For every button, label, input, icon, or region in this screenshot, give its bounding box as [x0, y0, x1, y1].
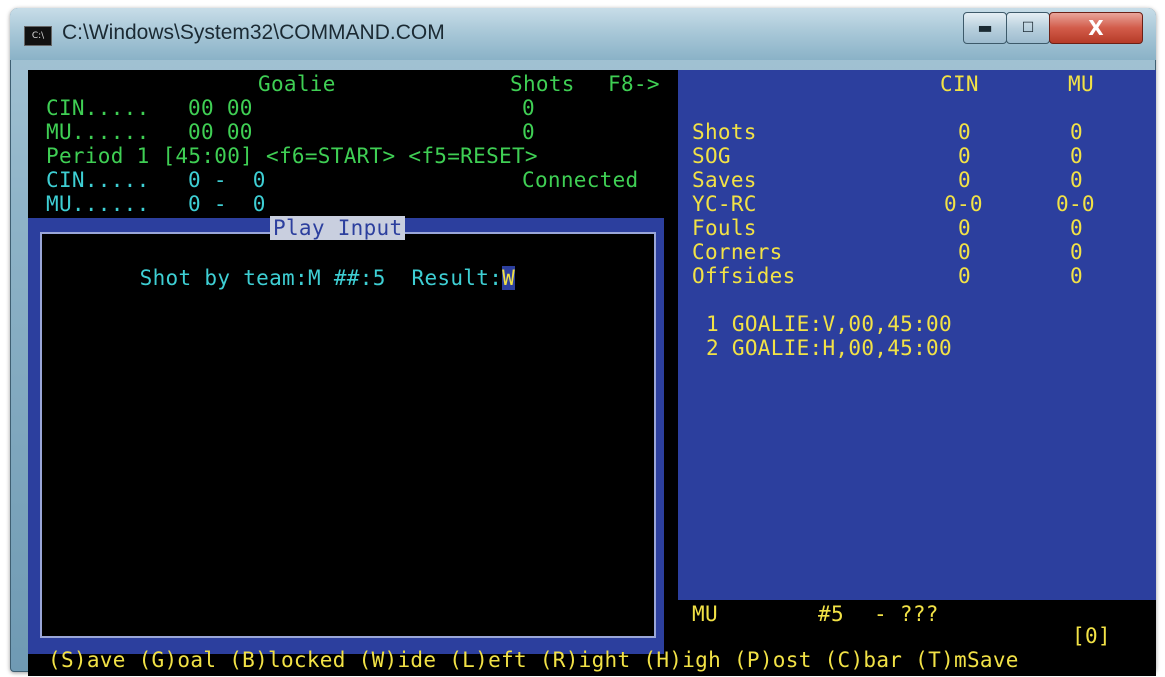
stat-label: Shots: [692, 120, 757, 144]
score-team-cin: CIN.....: [46, 168, 150, 192]
status-team: MU: [692, 602, 718, 626]
stat-cin: 0: [958, 144, 971, 168]
stats-col-cin: CIN: [940, 72, 979, 96]
goalie-value-mu: 00 00: [188, 120, 253, 144]
function-key-bar: (S)ave (G)oal (B)locked (W)ide (L)eft (R…: [48, 648, 1019, 672]
stat-label: SOG: [692, 144, 731, 168]
stat-mu: 0: [1070, 216, 1083, 240]
goalie-team-mu: MU......: [46, 120, 150, 144]
result-label: Result:: [411, 266, 503, 290]
number-value[interactable]: 5: [373, 266, 386, 290]
window-title: C:\Windows\System32\COMMAND.COM: [62, 21, 445, 44]
stat-mu: 0: [1070, 168, 1083, 192]
stat-mu: 0: [1070, 144, 1083, 168]
stat-label: Offsides: [692, 264, 796, 288]
maximize-button[interactable]: ☐: [1006, 12, 1050, 44]
team-value[interactable]: M: [308, 266, 321, 290]
shots-value-cin: 0: [522, 96, 535, 120]
score-team-mu: MU......: [46, 192, 150, 216]
stat-mu: 0-0: [1056, 192, 1095, 216]
score-value-cin: 0 - 0: [188, 168, 266, 192]
number-label: ##:: [333, 266, 373, 290]
stat-mu: 0: [1070, 264, 1083, 288]
stat-mu: 0: [1070, 240, 1083, 264]
goalie-value-cin: 00 00: [188, 96, 253, 120]
result-input[interactable]: W: [502, 266, 516, 290]
log-entry: 2 GOALIE:H,00,45:00: [706, 336, 952, 360]
stat-cin: 0-0: [944, 192, 983, 216]
stat-cin: 0: [958, 264, 971, 288]
console-screen[interactable]: Goalie Shots F8-> CIN..... 00 00 0 MU...…: [28, 70, 1156, 676]
title-bar[interactable]: C:\ C:\Windows\System32\COMMAND.COM ▬ ☐ …: [10, 8, 1156, 60]
shots-header: Shots: [510, 72, 575, 96]
console-app-icon[interactable]: C:\: [24, 26, 52, 46]
console-window: C:\ C:\Windows\System32\COMMAND.COM ▬ ☐ …: [10, 8, 1156, 676]
minimize-button[interactable]: ▬: [963, 12, 1007, 44]
status-player: #5: [818, 602, 844, 626]
status-counter: [0]: [1072, 624, 1111, 648]
f8-hint: F8->: [608, 72, 660, 96]
stat-cin: 0: [958, 120, 971, 144]
stat-cin: 0: [958, 168, 971, 192]
stat-label: Fouls: [692, 216, 757, 240]
log-entry: 1 GOALIE:V,00,45:00: [706, 312, 952, 336]
play-input-line[interactable]: Shot by team:M ##:5 Result:W: [62, 242, 516, 314]
connection-status: Connected: [522, 168, 639, 192]
status-desc: - ???: [874, 602, 939, 626]
goalie-header: Goalie: [258, 72, 336, 96]
score-value-mu: 0 - 0: [188, 192, 266, 216]
period-line: Period 1 [45:00] <f6=START> <f5=RESET>: [46, 144, 538, 168]
play-input-title: Play Input: [270, 216, 406, 240]
close-button[interactable]: X: [1049, 12, 1143, 44]
stat-label: YC-RC: [692, 192, 757, 216]
stat-label: Saves: [692, 168, 757, 192]
stat-cin: 0: [958, 216, 971, 240]
shots-value-mu: 0: [522, 120, 535, 144]
goalie-team-cin: CIN.....: [46, 96, 150, 120]
stat-label: Corners: [692, 240, 783, 264]
stats-col-mu: MU: [1068, 72, 1094, 96]
stat-cin: 0: [958, 240, 971, 264]
shot-by-label: Shot by team:: [139, 266, 308, 290]
stat-mu: 0: [1070, 120, 1083, 144]
